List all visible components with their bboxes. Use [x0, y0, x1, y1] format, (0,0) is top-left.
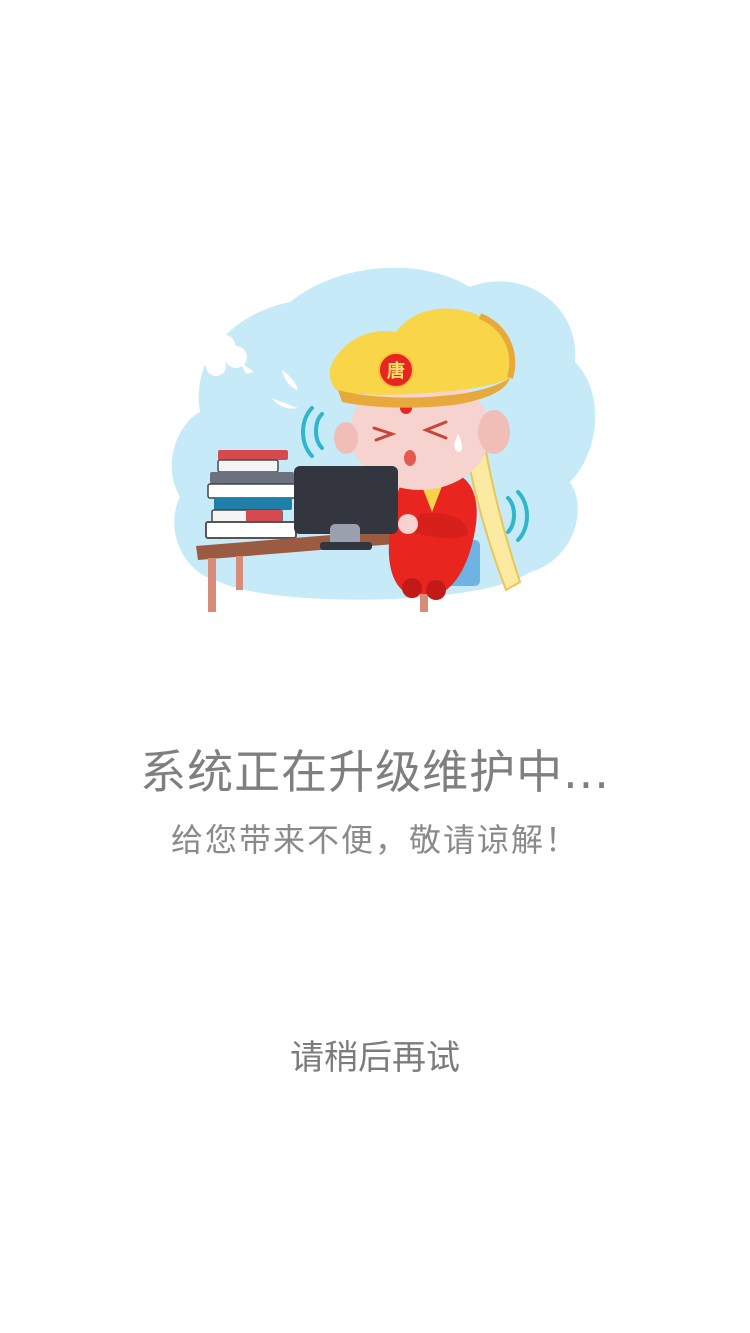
maintenance-illustration: 唐 — [171, 267, 596, 612]
apology-subtitle: 给您带来不便，敬请谅解！ — [170, 821, 579, 859]
maintenance-page: 唐 系统正在升级维护中... 给您带来不便，敬请谅解！ 请稍后再试 — [0, 0, 750, 1333]
maintenance-title: 系统正在升级维护中... — [140, 745, 610, 799]
hat-badge-char: 唐 — [387, 360, 405, 382]
retry-later-link[interactable]: 请稍后再试 — [0, 1032, 750, 1084]
